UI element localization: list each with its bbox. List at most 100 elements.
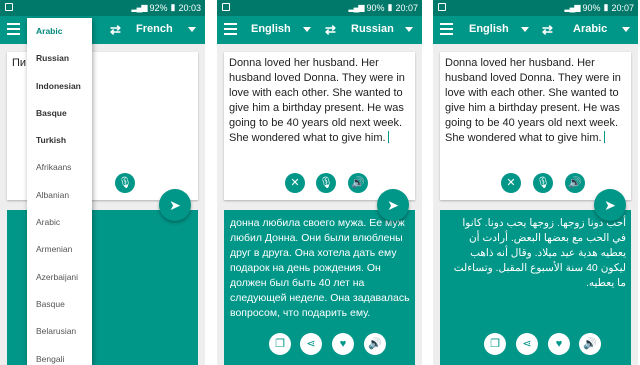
clear-button[interactable]: ✕	[501, 173, 521, 193]
clear-button[interactable]: ✕	[285, 173, 305, 193]
menu-icon[interactable]	[224, 23, 237, 35]
chevron-down-icon[interactable]	[188, 27, 196, 32]
copy-button[interactable]: ❐	[269, 333, 291, 355]
notification-icon	[5, 3, 13, 11]
mic-button[interactable]: 🎙	[533, 173, 553, 193]
language-option[interactable]: Bengali	[27, 346, 92, 365]
language-option[interactable]: Azerbaijani	[27, 264, 92, 291]
speaker-icon: 🔊	[568, 177, 582, 189]
send-icon: ➤	[604, 197, 616, 213]
mic-button[interactable]: 🎙	[115, 173, 135, 193]
speaker-icon: 🔊	[368, 338, 382, 350]
language-option[interactable]: Armenian	[27, 236, 92, 263]
input-card[interactable]: Donna loved her husband. Her husband lov…	[224, 52, 415, 200]
speaker-icon: 🔊	[351, 177, 365, 189]
chevron-down-icon[interactable]	[622, 27, 630, 32]
send-icon: ➤	[169, 197, 181, 213]
source-text: Donna loved her husband. Her husband lov…	[445, 57, 621, 144]
clock: 20:07	[611, 2, 634, 13]
share-icon: ⋖	[306, 338, 316, 350]
target-language-selector[interactable]: French	[136, 23, 173, 35]
microphone-icon: 🎙	[536, 177, 550, 189]
speak-source-button[interactable]: 🔊	[565, 173, 585, 193]
swap-icon[interactable]: ⇄	[325, 22, 336, 38]
speak-translation-button[interactable]: 🔊	[579, 333, 601, 355]
source-text-input[interactable]: Donna loved her husband. Her husband lov…	[229, 56, 411, 146]
language-option[interactable]: Basque	[27, 100, 92, 127]
chevron-down-icon[interactable]	[303, 27, 311, 32]
source-language-selector[interactable]: English	[469, 23, 509, 35]
clock: 20:07	[395, 2, 418, 13]
battery-icon: ▮	[603, 2, 609, 12]
microphone-icon: 🎙	[319, 177, 333, 189]
battery-icon: ▮	[170, 2, 176, 12]
source-text: Donna loved her husband. Her husband lov…	[229, 57, 405, 144]
toolbar: English ⇄ Arabic	[433, 16, 638, 44]
language-option[interactable]: Belarusian	[27, 318, 92, 345]
language-option[interactable]: Arabic	[27, 209, 92, 236]
language-option[interactable]: Afrikaans	[27, 154, 92, 181]
phone-screen-1: ▂▄▆ 92% ▮ 20:03 ⇄ French Пи… 🎙 ➤ Arabic …	[0, 0, 205, 365]
heart-icon: ♥	[339, 338, 347, 350]
translation-text: донна любила своего мужа. Ее муж любил Д…	[230, 217, 410, 319]
speak-translation-button[interactable]: 🔊	[364, 333, 386, 355]
battery-level: 90%	[366, 2, 385, 13]
translate-button[interactable]: ➤	[159, 189, 191, 221]
share-button[interactable]: ⋖	[516, 333, 538, 355]
status-bar: ▂▄▆ 90% ▮ 20:07	[217, 0, 422, 16]
swap-icon[interactable]: ⇄	[110, 22, 121, 38]
target-language-selector[interactable]: Russian	[351, 23, 394, 35]
translate-button[interactable]: ➤	[594, 189, 626, 221]
heart-icon: ♥	[555, 338, 563, 350]
signal-icon: ▂▄▆	[131, 3, 148, 12]
translation-text: أحب دونا زوجها. زوجها يحب دونا. كانوا في…	[453, 217, 626, 289]
signal-icon: ▂▄▆	[348, 3, 365, 12]
text-cursor	[603, 131, 605, 143]
clock: 20:03	[178, 2, 201, 13]
swap-icon[interactable]: ⇄	[542, 22, 553, 38]
favorite-button[interactable]: ♥	[548, 333, 570, 355]
language-option[interactable]: Russian	[27, 45, 92, 72]
battery-icon: ▮	[387, 2, 393, 12]
notification-icon	[222, 3, 230, 11]
copy-icon: ❐	[275, 338, 285, 350]
share-icon: ⋖	[522, 338, 532, 350]
copy-button[interactable]: ❐	[484, 333, 506, 355]
translation-card: донна любила своего мужа. Ее муж любил Д…	[224, 210, 415, 365]
translation-card: أحب دونا زوجها. زوجها يحب دونا. كانوا في…	[440, 210, 631, 365]
language-option[interactable]: Turkish	[27, 127, 92, 154]
language-option[interactable]: Albanian	[27, 182, 92, 209]
chevron-down-icon[interactable]	[521, 27, 529, 32]
speaker-icon: 🔊	[583, 338, 597, 350]
close-icon: ✕	[290, 177, 300, 189]
chevron-down-icon[interactable]	[405, 27, 413, 32]
status-bar: ▂▄▆ 92% ▮ 20:03	[0, 0, 205, 16]
input-card[interactable]: Donna loved her husband. Her husband lov…	[440, 52, 631, 200]
source-language-selector[interactable]: English	[251, 23, 291, 35]
copy-icon: ❐	[490, 338, 500, 350]
signal-icon: ▂▄▆	[564, 3, 581, 12]
language-option[interactable]: Indonesian	[27, 73, 92, 100]
speak-source-button[interactable]: 🔊	[348, 173, 368, 193]
target-language-selector[interactable]: Arabic	[573, 23, 607, 35]
mic-button[interactable]: 🎙	[316, 173, 336, 193]
status-bar: ▂▄▆ 90% ▮ 20:07	[433, 0, 638, 16]
phone-screen-3: ▂▄▆ 90% ▮ 20:07 English ⇄ Arabic Donna l…	[433, 0, 638, 365]
notification-icon	[438, 3, 446, 11]
phone-screen-2: ▂▄▆ 90% ▮ 20:07 English ⇄ Russian Donna …	[217, 0, 422, 365]
language-option[interactable]: Basque	[27, 291, 92, 318]
language-option[interactable]: Arabic	[27, 18, 92, 45]
close-icon: ✕	[506, 177, 516, 189]
language-dropdown: Arabic Russian Indonesian Basque Turkish…	[27, 18, 92, 365]
favorite-button[interactable]: ♥	[332, 333, 354, 355]
send-icon: ➤	[387, 197, 399, 213]
menu-icon[interactable]	[7, 23, 20, 35]
battery-level: 90%	[582, 2, 601, 13]
translate-button[interactable]: ➤	[377, 189, 409, 221]
text-cursor	[387, 131, 389, 143]
toolbar: English ⇄ Russian	[217, 16, 422, 44]
share-button[interactable]: ⋖	[300, 333, 322, 355]
battery-level: 92%	[149, 2, 168, 13]
menu-icon[interactable]	[440, 23, 453, 35]
source-text-input[interactable]: Donna loved her husband. Her husband lov…	[445, 56, 627, 146]
